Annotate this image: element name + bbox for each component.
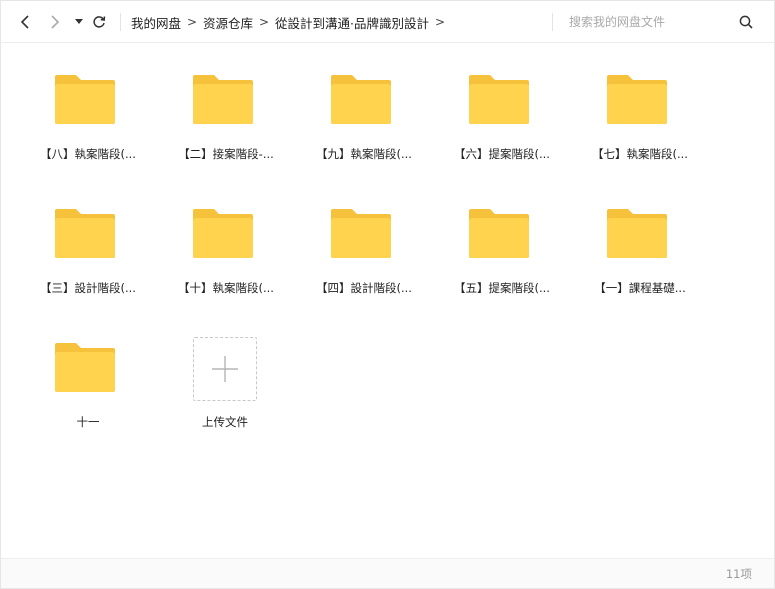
file-grid: 【八】執案階段(... 【二】接案階段-... 【九】執案階段(... 【六】提… xyxy=(1,43,774,558)
folder-item[interactable]: 【一】課程基礎... xyxy=(580,177,700,295)
status-bar: 11项 xyxy=(1,558,774,588)
folder-item[interactable]: 【九】執案階段(... xyxy=(304,43,424,161)
folder-name: 【二】接案階段-... xyxy=(178,147,274,161)
search-input[interactable] xyxy=(569,12,739,32)
breadcrumb-item-my-drive[interactable]: 我的网盘 xyxy=(131,13,181,32)
folder-name: 【一】課程基礎... xyxy=(594,281,686,295)
folder-icon xyxy=(193,75,253,124)
folder-icon xyxy=(607,75,667,124)
folder-name: 【三】設計階段(... xyxy=(40,281,136,295)
breadcrumb-separator[interactable]: > xyxy=(429,15,451,29)
folder-name: 【九】執案階段(... xyxy=(316,147,412,161)
folder-item[interactable]: 【六】提案階段(... xyxy=(442,43,562,161)
folder-icon xyxy=(469,209,529,258)
folder-name: 【十】執案階段(... xyxy=(178,281,274,295)
folder-icon xyxy=(331,209,391,258)
folder-icon xyxy=(55,209,115,258)
toolbar-divider xyxy=(120,13,121,31)
folder-icon xyxy=(607,209,667,258)
dropdown-icon[interactable] xyxy=(69,12,89,32)
folder-name: 【七】執案階段(... xyxy=(592,147,688,161)
folder-item[interactable]: 【三】設計階段(... xyxy=(28,177,148,295)
folder-name: 十一 xyxy=(76,415,100,429)
folder-name: 【四】設計階段(... xyxy=(316,281,412,295)
folder-icon xyxy=(55,75,115,124)
folder-item[interactable]: 十一 xyxy=(28,311,148,429)
breadcrumb-item-resource-repo[interactable]: 资源仓库 xyxy=(203,13,253,32)
toolbar: 我的网盘 > 资源仓库 > 從設計到溝通·品牌識別設計 > xyxy=(1,1,774,43)
folder-icon xyxy=(469,75,529,124)
upload-button[interactable] xyxy=(193,337,257,401)
folder-item[interactable]: 【十】執案階段(... xyxy=(166,177,286,295)
file-manager-window: 我的网盘 > 资源仓库 > 從設計到溝通·品牌識別設計 > 【八】執案階段(..… xyxy=(0,0,775,589)
folder-item[interactable]: 【五】提案階段(... xyxy=(442,177,562,295)
folder-item[interactable]: 【二】接案階段-... xyxy=(166,43,286,161)
folder-icon xyxy=(331,75,391,124)
breadcrumb: 我的网盘 > 资源仓库 > 從設計到溝通·品牌識別設計 > xyxy=(131,1,451,43)
folder-icon xyxy=(193,209,253,258)
breadcrumb-separator: > xyxy=(186,15,198,29)
folder-icon xyxy=(55,343,115,392)
folder-name: 【五】提案階段(... xyxy=(454,281,550,295)
forward-icon[interactable] xyxy=(45,12,65,32)
upload-label: 上传文件 xyxy=(202,415,248,429)
search-box xyxy=(553,1,774,43)
folder-item[interactable]: 【四】設計階段(... xyxy=(304,177,424,295)
breadcrumb-item-current-folder[interactable]: 從設計到溝通·品牌識別設計 xyxy=(275,13,429,32)
plus-icon xyxy=(212,356,238,382)
refresh-icon[interactable] xyxy=(89,12,109,32)
folder-item[interactable]: 【七】執案階段(... xyxy=(580,43,700,161)
folder-item[interactable]: 【八】執案階段(... xyxy=(28,43,148,161)
folder-name: 【八】執案階段(... xyxy=(40,147,136,161)
folder-name: 【六】提案階段(... xyxy=(454,147,550,161)
back-icon[interactable] xyxy=(15,12,35,32)
breadcrumb-separator: > xyxy=(259,15,270,29)
item-count: 11项 xyxy=(725,567,752,581)
search-icon[interactable] xyxy=(737,13,755,31)
